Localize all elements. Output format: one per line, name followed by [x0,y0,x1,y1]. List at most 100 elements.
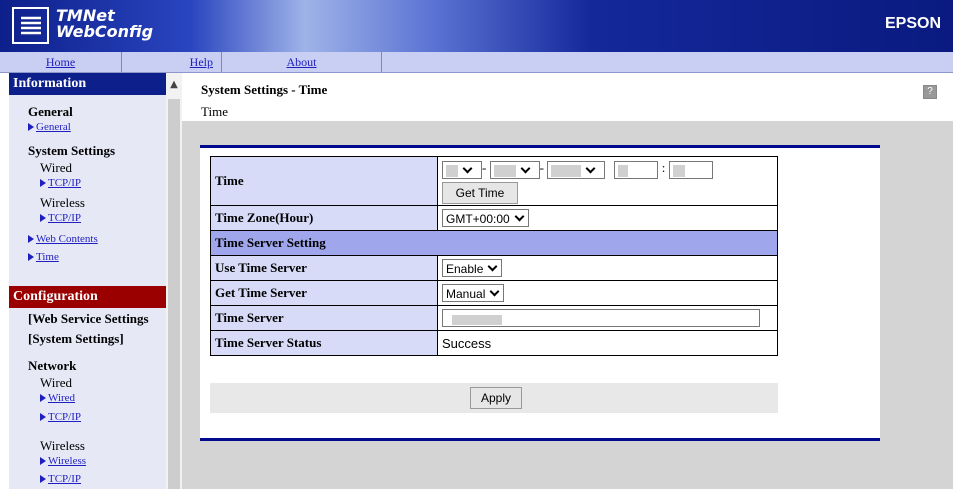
timezone-select[interactable]: GMT+00:00 [442,209,529,227]
sidebar-time-link[interactable]: Time [36,251,59,263]
table-row: Time Server Setting [210,230,778,256]
sidebar-net-wireless-link[interactable]: Wireless [48,455,86,467]
chevron-down-icon [487,261,498,272]
chevron-down-icon [520,163,531,173]
sidebar-net-wireless-label: Wireless [40,438,85,453]
nav-about[interactable]: About [222,52,382,72]
sidebar-network-heading: Network [28,358,77,373]
get-time-server-select[interactable]: Manual [442,284,505,302]
minute-input[interactable] [668,160,713,179]
time-value-cell: - - : Get Time [437,156,778,206]
sidebar-system-settings-heading: System Settings [28,143,116,158]
triangle-right-icon [40,179,46,188]
sidebar-web-service-settings[interactable]: [Web Service Settings [28,311,149,327]
sidebar-wired-tcpip-link[interactable]: TCP/IP [48,177,81,189]
triangle-right-icon [40,394,46,403]
sidebar-general-heading: General [28,104,73,119]
logo-line2: WebConfig [56,22,154,41]
sidebar-scrollbar[interactable]: ▲ [166,73,182,489]
tmnet-logo: TMNet WebConfig [12,7,167,45]
help-icon[interactable]: ? [923,85,937,99]
timezone-value: GMT+00:00 [446,212,510,226]
sidebar-system-settings-bracket[interactable]: [System Settings] [28,331,124,347]
sidebar-web-contents-link[interactable]: Web Contents [36,233,98,245]
sidebar-configuration-title: Configuration [9,286,166,308]
triangle-right-icon [28,253,34,262]
sidebar: Information General General System Setti… [0,73,182,489]
epson-brand: EPSON [884,15,941,32]
get-time-server-cell: Manual [437,280,778,306]
sidebar-net-wireless-tcpip-link[interactable]: TCP/IP [48,473,81,485]
apply-button[interactable]: Apply [470,387,522,409]
main-content: System Settings - Time Time ? Time - - :… [182,73,953,489]
time-settings-table: Time - - : Get Time Time Zone(Hour) GMT+… [210,156,778,356]
table-row: Time - - : Get Time [210,156,778,206]
get-time-server-label: Get Time Server [210,280,438,306]
page-title: System Settings - Time [201,82,328,97]
time-server-status-label: Time Server Status [210,330,438,356]
triangle-right-icon [28,123,34,132]
sidebar-item-wireless-tcpip[interactable]: TCP/IP [40,212,81,224]
table-row: Use Time Server Enable [210,255,778,281]
hour-value [618,165,629,178]
month-select[interactable] [489,160,540,179]
timezone-cell: GMT+00:00 [437,205,778,231]
chevron-up-icon[interactable]: ▲ [166,79,182,91]
nav-home-link[interactable]: Home [46,55,75,69]
year-select[interactable] [547,160,606,179]
table-row: Time Zone(Hour) GMT+00:00 [210,205,778,231]
chevron-down-icon [585,163,596,173]
triangle-right-icon [40,475,46,484]
get-time-button[interactable]: Get Time [442,181,518,204]
hour-input[interactable] [614,160,659,179]
day-select[interactable] [442,160,482,179]
sidebar-net-wired-link[interactable]: Wired [48,392,75,404]
time-selectors: - - : [442,160,773,179]
triangle-right-icon [40,457,46,466]
nav-about-link[interactable]: About [287,55,317,69]
table-row: Time Server Status Success [210,330,778,356]
triangle-right-icon [28,235,34,244]
time-server-status-value: Success [437,330,778,356]
time-server-input[interactable] [442,309,760,327]
sidebar-panel [9,73,166,489]
triangle-right-icon [40,214,46,223]
nav-home[interactable]: Home [0,52,122,72]
sidebar-item-time[interactable]: Time [28,251,59,263]
app-header: TMNet WebConfig EPSON [0,0,953,52]
sidebar-net-wired-tcpip-link[interactable]: TCP/IP [48,411,81,423]
time-server-value [452,314,502,325]
sidebar-wireless-label: Wireless [40,195,85,210]
time-server-label: Time Server [210,305,438,331]
sidebar-item-net-wireless-tcpip[interactable]: TCP/IP [40,473,81,485]
chevron-down-icon [489,286,500,297]
sidebar-general-link[interactable]: General [36,121,71,133]
year-value [551,165,582,178]
timezone-label: Time Zone(Hour) [210,205,438,231]
sidebar-item-net-wireless[interactable]: Wireless [40,455,86,467]
chevron-down-icon [514,211,525,222]
time-server-cell [437,305,778,331]
time-server-section-heading: Time Server Setting [210,230,778,256]
page-subtitle: Time [201,104,228,119]
sidebar-item-net-wired[interactable]: Wired [40,392,75,404]
sidebar-item-general[interactable]: General [28,121,71,133]
logo-mark-icon [12,7,49,44]
sidebar-item-net-wired-tcpip[interactable]: TCP/IP [40,411,81,423]
month-value [493,165,516,178]
table-row: Time Server [210,305,778,331]
use-time-server-value: Enable [446,262,484,276]
nav-help-link[interactable]: Help [190,55,213,69]
sidebar-item-web-contents[interactable]: Web Contents [28,233,98,245]
sidebar-wireless-tcpip-link[interactable]: TCP/IP [48,212,81,224]
nav-help[interactable]: Help [122,52,222,72]
scrollbar-thumb[interactable] [168,99,180,489]
use-time-server-select[interactable]: Enable [442,259,503,277]
sidebar-wired-label: Wired [40,160,72,175]
settings-panel: Time - - : Get Time Time Zone(Hour) GMT+… [200,145,880,441]
table-row: Get Time Server Manual [210,280,778,306]
minute-value [672,165,685,178]
sidebar-item-wired-tcpip[interactable]: TCP/IP [40,177,81,189]
triangle-right-icon [40,413,46,422]
use-time-server-label: Use Time Server [210,255,438,281]
